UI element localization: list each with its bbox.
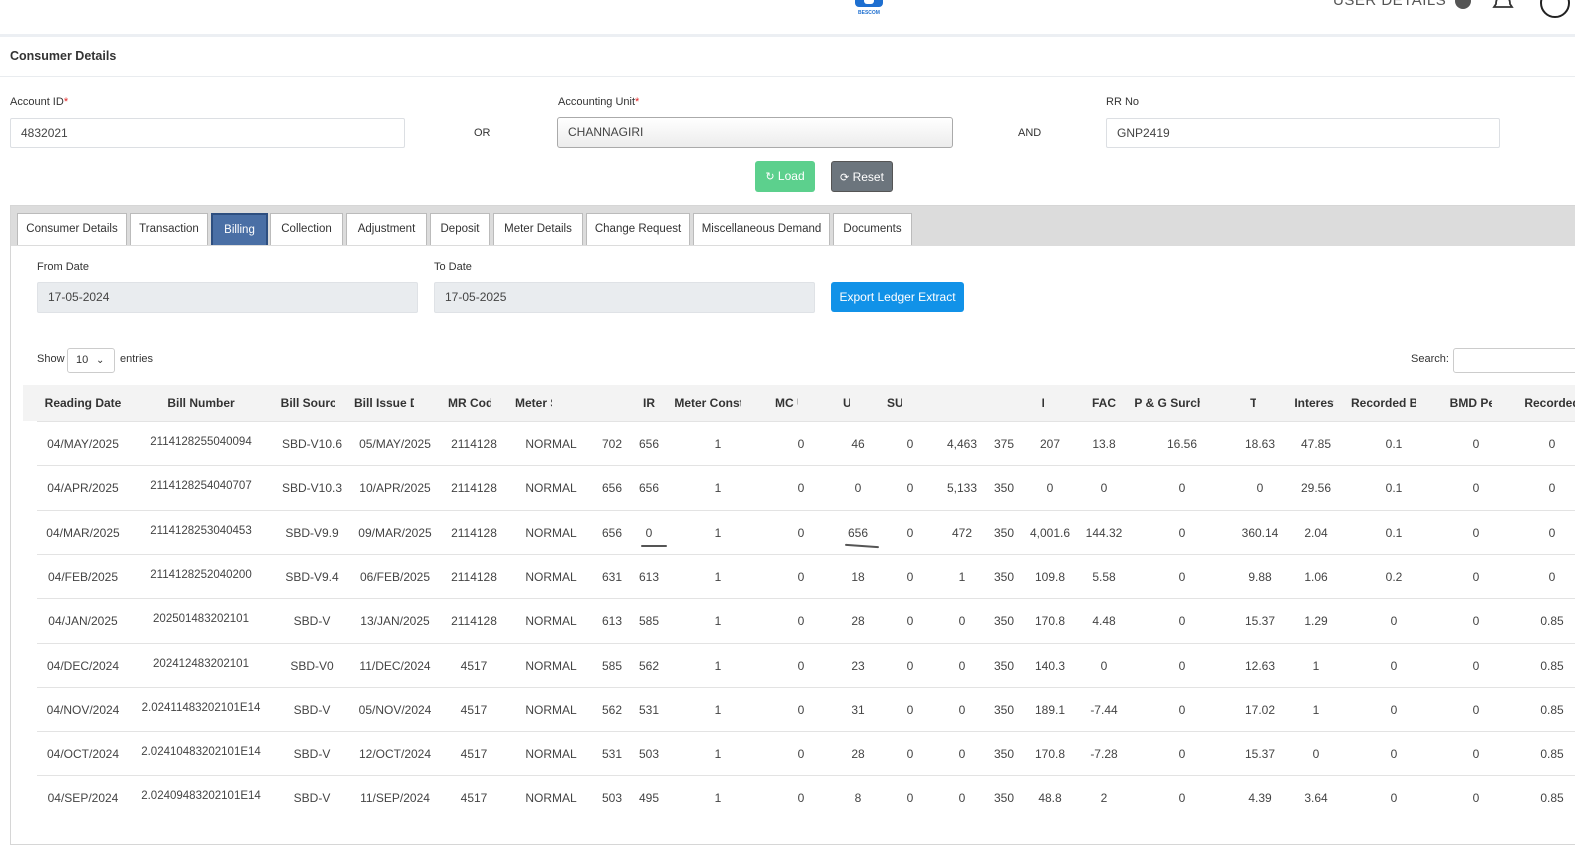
- bescom-logo: BESCOM: [855, 0, 883, 16]
- entries-select[interactable]: 10 ⌄: [67, 348, 115, 373]
- cell-bill-number: 2114128255040094: [150, 436, 252, 448]
- cell-reading-date: 04/MAY/2025: [47, 437, 119, 451]
- search-label: Search:: [1411, 353, 1449, 365]
- chevron-down-icon: ⌄: [96, 355, 105, 366]
- table-row: 04/APR/2025 2114128254040707 SBD-V10.3 10/A…: [37, 465, 1575, 510]
- cell-bill-number: 2114128253040453: [150, 524, 252, 537]
- tab-billing[interactable]: Billing: [211, 213, 268, 245]
- tab-miscellaneous-demand[interactable]: Miscellaneous Demand: [693, 213, 830, 245]
- cell-reading-date: 04/DEC/2024: [46, 658, 120, 673]
- cell-recorded: 0.85: [1540, 658, 1564, 673]
- rr-no-input[interactable]: GNP2419: [1106, 118, 1500, 148]
- cell-recorded: 0: [1548, 437, 1556, 451]
- user-details-label: USER DETAILS: [1333, 0, 1447, 9]
- user-avatar-icon[interactable]: [1540, 0, 1570, 18]
- table-row: 04/FEB/2025 2114128252040200 SBD-V9.4 06/FE…: [37, 553, 1575, 599]
- tab-documents[interactable]: Documents: [833, 213, 912, 245]
- cell-recorded: 0: [1548, 525, 1556, 540]
- top-bar: BESCOM USER DETAILS: [0, 0, 1575, 37]
- cell-reading-date: 04/SEP/2024: [47, 791, 119, 806]
- cell-reading-date: 04/MAR/2025: [46, 525, 120, 540]
- help-icon: [1454, 0, 1471, 10]
- cell-reading-date: 04/APR/2025: [47, 481, 119, 496]
- cell-recorded: 0.85: [1540, 614, 1564, 629]
- cell-reading-date: 04/JAN/2025: [48, 614, 118, 629]
- refresh-icon: ⟳: [840, 172, 850, 184]
- export-ledger-button[interactable]: Export Ledger Extract: [831, 282, 964, 312]
- tab-consumer-details[interactable]: Consumer Details: [17, 213, 127, 245]
- tab-transaction[interactable]: Transaction: [130, 213, 208, 245]
- tab-adjustment[interactable]: Adjustment: [346, 213, 427, 245]
- cell-bill-number: 2.02409483202101E14: [141, 790, 261, 803]
- to-date-label: To Date: [434, 261, 472, 273]
- show-label: Show: [37, 353, 65, 365]
- table-row: 04/MAR/2025 2114128253040453 SBD-V9.9 09/MA…: [37, 509, 1575, 555]
- svg-text:BESCOM: BESCOM: [858, 10, 880, 16]
- cell-bill-number: 2114128254040707: [150, 480, 252, 493]
- divider: [0, 76, 1575, 77]
- rr-no-label: RR No: [1106, 96, 1140, 108]
- entries-value: 10: [76, 354, 89, 366]
- spinner-icon: ↻: [765, 171, 775, 183]
- underline-mark: [641, 544, 667, 547]
- cell-bill-number: 202501483202101: [153, 613, 249, 626]
- accounting-unit-label: Accounting Unit*: [558, 96, 640, 108]
- table-row: 04/JAN/2025 202501483202101 SBD-V 13/JAN/20…: [37, 598, 1575, 643]
- cell-bill-number: 202412483202101: [153, 657, 249, 670]
- tab-collection[interactable]: Collection: [270, 213, 343, 245]
- entries-label: entries: [120, 353, 154, 365]
- cell-bill-number: 2114128252040200: [150, 568, 252, 581]
- column-header-reading-date[interactable]: Reading Date: [23, 385, 143, 421]
- column-header-bill-number[interactable]: Bill Number: [141, 385, 261, 421]
- tab-meter-details[interactable]: Meter Details: [493, 213, 583, 245]
- cell-reading-date: 04/NOV/2024: [46, 702, 120, 717]
- or-text: OR: [474, 127, 491, 139]
- cell-recorded: 0.85: [1540, 791, 1564, 806]
- table-row: 04/NOV/2024 2.02411483202101E14 SBD-V 05/NO…: [37, 686, 1575, 732]
- from-date-input[interactable]: 17-05-2024: [37, 282, 418, 313]
- from-date-label: From Date: [37, 261, 89, 273]
- cell-reading-date: 04/OCT/2024: [46, 747, 120, 762]
- account-id-input[interactable]: 4832021: [10, 118, 405, 148]
- table-row: 04/MAY/2025 2114128255040094 SBD-V10.6 05/M…: [37, 421, 1575, 466]
- tab-change-request[interactable]: Change Request: [586, 213, 690, 245]
- cell-bill-number: 2.02410483202101E14: [141, 746, 261, 759]
- accounting-unit-select[interactable]: CHANNAGIRI: [557, 117, 953, 148]
- cell-bill-number: 2.02411483202101E14: [141, 701, 261, 714]
- account-id-label: Account ID*: [10, 96, 69, 108]
- bell-icon[interactable]: [1492, 0, 1514, 10]
- cell-reading-date: 04/FEB/2025: [47, 569, 119, 584]
- user-details-menu[interactable]: USER DETAILS: [1333, 0, 1471, 10]
- column-header-recorded[interactable]: Recorded: [1492, 385, 1575, 421]
- table-row: 04/DEC/2024 202412483202101 SBD-V0 11/DEC/2…: [37, 642, 1575, 688]
- cell-recorded: 0: [1548, 569, 1556, 584]
- cell-recorded: 0.85: [1540, 702, 1564, 717]
- cell-recorded: 0: [1548, 481, 1556, 496]
- and-text: AND: [1018, 127, 1042, 139]
- search-input[interactable]: [1453, 348, 1575, 373]
- table-row: 04/OCT/2024 2.02410483202101E14 SBD-V 12/OC…: [37, 731, 1575, 776]
- table-row: 04/SEP/2024 2.02409483202101E14 SBD-V 11/SE…: [37, 775, 1575, 820]
- to-date-input[interactable]: 17-05-2025: [434, 282, 815, 313]
- load-button[interactable]: ↻ Load: [755, 161, 815, 192]
- section-title: Consumer Details: [10, 49, 117, 63]
- cell-recorded: 0.85: [1540, 747, 1564, 762]
- tab-deposit[interactable]: Deposit: [430, 213, 490, 245]
- reset-button[interactable]: ⟳ Reset: [831, 161, 893, 192]
